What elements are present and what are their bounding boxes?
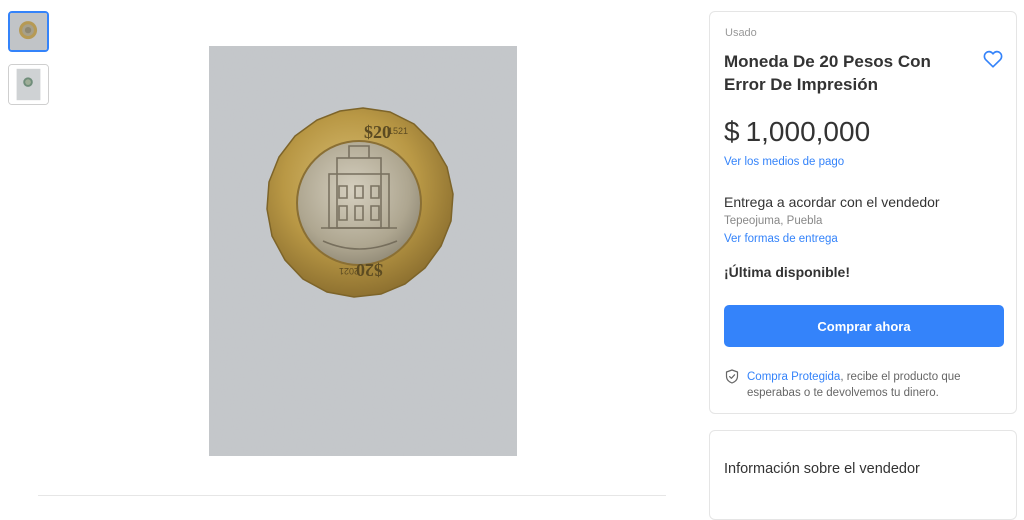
item-condition: Usado — [725, 27, 757, 39]
coin-thumbnail-image — [9, 65, 48, 104]
thumbnail-1[interactable] — [8, 11, 49, 52]
seller-info-title: Información sobre el vendedor — [724, 461, 920, 477]
coin-denomination-top: $20 — [364, 122, 391, 142]
seller-info-card: Información sobre el vendedor — [709, 430, 1017, 520]
delivery-options-link[interactable]: Ver formas de entrega — [724, 233, 838, 245]
stock-status: ¡Última disponible! — [724, 264, 850, 280]
gallery-divider — [38, 495, 666, 496]
shield-check-icon — [725, 369, 739, 384]
coin-center — [296, 140, 422, 266]
payment-methods-link[interactable]: Ver los medios de pago — [724, 156, 844, 168]
product-main-image[interactable]: $20 1521 $20 2021 — [209, 46, 517, 456]
price-currency: $ — [724, 116, 740, 147]
coin-thumbnail-image — [10, 13, 47, 50]
seller-location: Tepeojuma, Puebla — [724, 215, 823, 227]
coin-photo: $20 1521 $20 2021 — [209, 46, 517, 456]
delivery-info: Entrega a acordar con el vendedor — [724, 194, 940, 210]
heart-icon — [983, 50, 1003, 68]
product-title: Moneda De 20 Pesos Con Error De Impresió… — [724, 52, 931, 94]
price-amount: 1,000,000 — [745, 116, 871, 147]
favorite-button[interactable] — [982, 48, 1004, 70]
purchase-card: Usado Moneda De 20 Pesos Con Error De Im… — [709, 11, 1017, 414]
coin-denomination-bottom: $20 — [356, 260, 383, 280]
purchase-protection-info: Compra Protegida, recibe el producto que… — [747, 369, 997, 401]
coin-year-top: 1521 — [388, 126, 408, 136]
buy-now-button[interactable]: Comprar ahora — [724, 305, 1004, 347]
price: $1,000,000 — [724, 116, 870, 148]
thumbnail-2[interactable] — [8, 64, 49, 105]
protected-purchase-link[interactable]: Compra Protegida — [747, 371, 840, 383]
coin-year-bottom: 2021 — [339, 266, 359, 276]
